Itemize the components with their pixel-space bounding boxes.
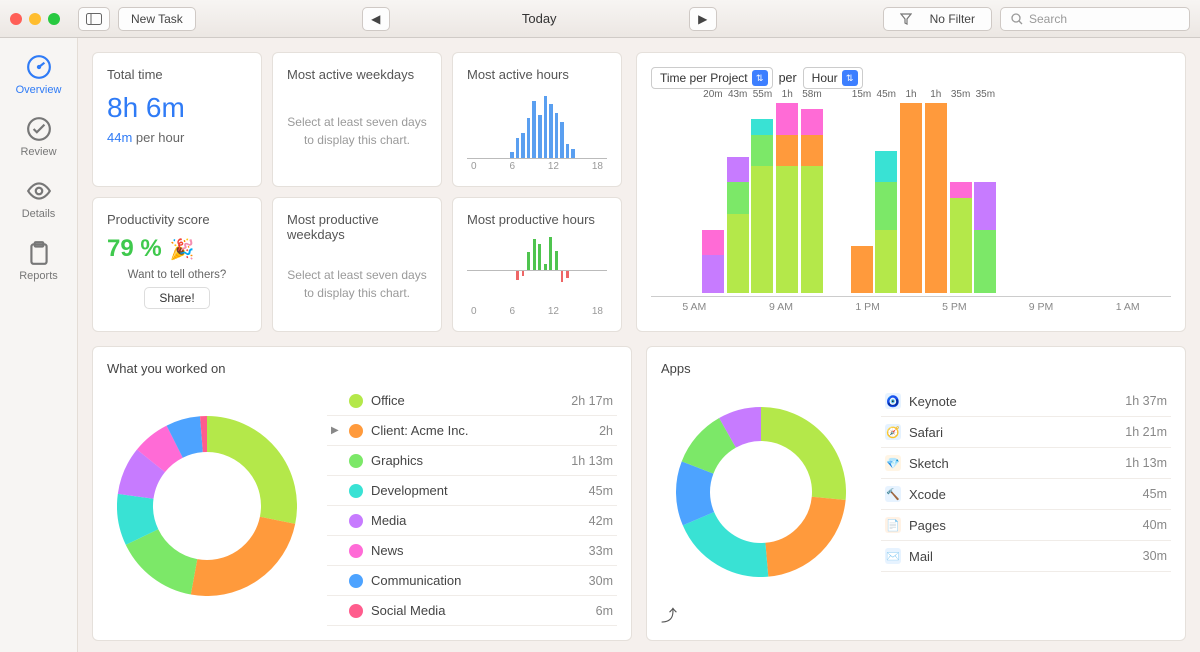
date-title[interactable]: Today (390, 11, 689, 26)
time-per-project-card: Time per Project⇅ per Hour⇅ 20m43m55m1h5… (636, 52, 1186, 332)
apps-donut (676, 407, 846, 577)
close-icon[interactable] (10, 13, 22, 25)
active-hours-chart: 061218 (467, 90, 607, 172)
share-prompt: Want to tell others? (107, 269, 247, 281)
list-item[interactable]: 🔨Xcode45m (881, 479, 1171, 510)
sidebar-item-overview[interactable]: Overview (9, 50, 69, 100)
list-item[interactable]: ✉️Mail30m (881, 541, 1171, 572)
confetti-icon: 🎉 (170, 237, 195, 262)
search-input[interactable]: Search (1000, 7, 1190, 31)
panel-title: What you worked on (107, 361, 617, 376)
list-item[interactable]: Development45m (327, 476, 617, 506)
list-item[interactable]: 💎Sketch1h 13m (881, 448, 1171, 479)
card-title: Most active weekdays (287, 67, 427, 82)
filter-label: No Filter (930, 12, 975, 26)
list-item[interactable]: 📄Pages40m (881, 510, 1171, 541)
card-title: Most active hours (467, 67, 607, 82)
productivity-value: 79 % (107, 235, 162, 263)
active-hours-card: Most active hours 061218 (452, 52, 622, 187)
share-button[interactable]: Share! (144, 287, 209, 309)
card-title: Most productive weekdays (287, 212, 427, 242)
active-weekdays-card: Most active weekdays Select at least sev… (272, 52, 442, 187)
new-task-button[interactable]: New Task (118, 7, 196, 31)
list-item[interactable]: 🧿Keynote1h 37m (881, 386, 1171, 417)
list-item[interactable]: ▶Client: Acme Inc.2h (327, 416, 617, 446)
per-label: per (779, 71, 797, 85)
titlebar: New Task ◀ Today ▶ No Filter Search (0, 0, 1200, 38)
per-hour-value: 44m per hour (107, 130, 247, 145)
productive-weekdays-card: Most productive weekdays Select at least… (272, 197, 442, 332)
panel-title: Apps (661, 361, 1171, 376)
sidebar-icon (86, 13, 102, 25)
gauge-icon (26, 54, 52, 80)
date-prev-button[interactable]: ◀ (362, 7, 390, 31)
productive-hours-card: Most productive hours 061218 (452, 197, 622, 332)
total-time-value: 8h 6m (107, 92, 247, 124)
maximize-icon[interactable] (48, 13, 60, 25)
metric-select[interactable]: Time per Project⇅ (651, 67, 773, 89)
productive-hours-chart: 061218 (467, 235, 607, 317)
chevron-updown-icon: ⇅ (752, 70, 768, 86)
toggle-sidebar-button[interactable] (78, 7, 110, 31)
sidebar-label: Reports (19, 270, 58, 282)
list-item[interactable]: Graphics1h 13m (327, 446, 617, 476)
minimize-icon[interactable] (29, 13, 41, 25)
search-placeholder: Search (1029, 12, 1067, 26)
eye-icon (26, 178, 52, 204)
card-title: Most productive hours (467, 212, 607, 227)
funnel-icon (900, 13, 912, 25)
sidebar-item-review[interactable]: Review (9, 112, 69, 162)
sidebar-label: Review (20, 146, 56, 158)
chevron-updown-icon: ⇅ (842, 70, 858, 86)
apps-panel: Apps 🧿Keynote1h 37m🧭Safari1h 21m💎Sketch1… (646, 346, 1186, 641)
list-item[interactable]: Office2h 17m (327, 386, 617, 416)
share-icon[interactable]: ⤴ (661, 602, 677, 626)
date-next-button[interactable]: ▶ (689, 7, 717, 31)
clipboard-icon (26, 240, 52, 266)
filter-button[interactable]: No Filter (883, 7, 992, 31)
sidebar: Overview Review Details Reports (0, 38, 78, 652)
sidebar-label: Details (22, 208, 56, 220)
list-item[interactable]: News33m (327, 536, 617, 566)
sidebar-item-details[interactable]: Details (9, 174, 69, 224)
total-time-card: Total time 8h 6m 44m per hour (92, 52, 262, 187)
granularity-select[interactable]: Hour⇅ (803, 67, 863, 89)
window-controls (10, 13, 60, 25)
check-circle-icon (26, 116, 52, 142)
search-icon (1011, 13, 1023, 25)
stacked-bar-chart: 20m43m55m1h58m15m45m1h1h35m35m 5 AM9 AM1… (651, 93, 1171, 317)
sidebar-item-reports[interactable]: Reports (9, 236, 69, 286)
worked-on-panel: What you worked on Office2h 17m▶Client: … (92, 346, 632, 641)
list-item[interactable]: Media42m (327, 506, 617, 536)
card-title: Productivity score (107, 212, 247, 227)
placeholder-text: Select at least seven days to display th… (287, 113, 427, 149)
placeholder-text: Select at least seven days to display th… (287, 266, 427, 302)
card-title: Total time (107, 67, 247, 82)
list-item[interactable]: 🧭Safari1h 21m (881, 417, 1171, 448)
productivity-score-card: Productivity score 79 % 🎉 Want to tell ot… (92, 197, 262, 332)
list-item[interactable]: Social Media6m (327, 596, 617, 626)
worked-on-donut (117, 416, 297, 596)
sidebar-label: Overview (16, 84, 62, 96)
list-item[interactable]: Communication30m (327, 566, 617, 596)
